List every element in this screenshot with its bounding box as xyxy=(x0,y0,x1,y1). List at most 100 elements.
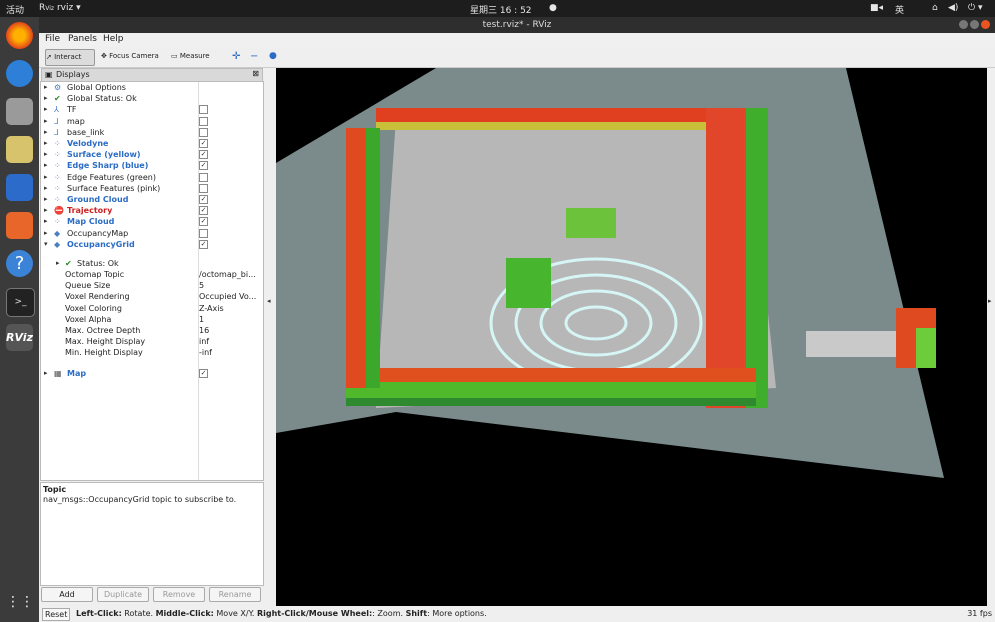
expand-arrow-icon[interactable]: ▸ xyxy=(44,172,48,183)
expand-arrow-icon[interactable]: ▸ xyxy=(44,368,48,379)
display-checkbox[interactable]: ✓ xyxy=(199,139,208,148)
display-checkbox[interactable] xyxy=(199,183,208,193)
app-menu[interactable]: RViz rviz ▾ xyxy=(39,3,81,13)
display-row[interactable]: ▸ ✔ Global Status: Ok xyxy=(41,93,263,104)
display-row[interactable]: ▸ ⁘ Surface (yellow) ✓ xyxy=(41,149,263,160)
display-checkbox[interactable] xyxy=(199,116,208,126)
property-value[interactable]: 1 xyxy=(199,314,261,325)
display-row[interactable]: ▸ ⁘ Edge Features (green) xyxy=(41,172,263,183)
firefox-icon[interactable] xyxy=(6,22,33,49)
display-checkbox[interactable]: ✓ xyxy=(199,161,208,171)
rviz-icon[interactable]: RViz xyxy=(6,324,33,351)
add-tool-icon[interactable]: ✛ xyxy=(232,49,240,64)
expand-arrow-icon[interactable]: ▸ xyxy=(44,104,48,115)
maximize-button[interactable] xyxy=(970,20,979,29)
display-row[interactable]: ▸ ⁘ Ground Cloud ✓ xyxy=(41,194,263,205)
display-row[interactable]: ▸ ◆ OccupancyMap xyxy=(41,228,263,239)
panel-close-icon[interactable]: ⊠ xyxy=(252,69,259,78)
display-checkbox[interactable] xyxy=(199,127,208,137)
display-row[interactable]: ▾ ◆ OccupancyGrid ✓ xyxy=(41,239,263,250)
display-checkbox[interactable] xyxy=(199,105,208,115)
volume-icon[interactable]: ◀) xyxy=(948,3,958,13)
close-button[interactable] xyxy=(981,20,990,29)
camera-icon[interactable]: ■◂ xyxy=(870,3,883,13)
measure-button[interactable]: ▭ Measure xyxy=(171,49,210,64)
rename-button[interactable]: Rename xyxy=(209,587,261,602)
property-value[interactable]: 5 xyxy=(199,280,261,291)
property-row[interactable]: Voxel Rendering Occupied Vo... xyxy=(41,291,263,302)
expand-arrow-icon[interactable]: ▸ xyxy=(44,138,48,149)
expand-arrow-icon[interactable]: ▸ xyxy=(44,93,48,104)
property-row[interactable]: Max. Height Display inf xyxy=(41,336,263,347)
expand-arrow-icon[interactable]: ▸ xyxy=(44,127,48,138)
render-view[interactable] xyxy=(276,68,987,606)
power-icon[interactable]: ⏻ ▾ xyxy=(968,3,983,13)
show-apps-icon[interactable]: ⋮⋮ xyxy=(6,589,34,616)
input-language[interactable]: 英 xyxy=(895,3,904,16)
expand-arrow-icon[interactable]: ▸ xyxy=(44,160,48,171)
expand-arrow-icon[interactable]: ▸ xyxy=(56,258,60,269)
property-row[interactable]: Max. Octree Depth 16 xyxy=(41,325,263,336)
duplicate-button[interactable]: Duplicate xyxy=(97,587,149,602)
rhythmbox-icon[interactable] xyxy=(6,136,33,163)
files-icon[interactable] xyxy=(6,98,33,125)
expand-arrow-icon[interactable]: ▸ xyxy=(44,183,48,194)
expand-arrow-icon[interactable]: ▸ xyxy=(44,116,48,127)
thunderbird-icon[interactable] xyxy=(6,60,33,87)
minimize-button[interactable] xyxy=(959,20,968,29)
display-row-map[interactable]: ▸ ▦ Map ✓ xyxy=(41,368,263,379)
menu-help[interactable]: Help xyxy=(103,34,124,44)
clock[interactable]: 星期三 16 : 52 xyxy=(470,3,532,16)
display-checkbox[interactable]: ✓ xyxy=(199,217,208,227)
activities-button[interactable]: 活动 xyxy=(6,3,24,16)
terminal-icon[interactable]: >_ xyxy=(6,288,35,317)
writer-icon[interactable] xyxy=(6,174,33,201)
reset-button[interactable]: Reset xyxy=(42,608,71,621)
menu-file[interactable]: File xyxy=(45,34,60,44)
property-value[interactable]: 16 xyxy=(199,325,261,336)
collapse-left-icon[interactable]: ◂ xyxy=(267,297,271,305)
expand-arrow-icon[interactable]: ▸ xyxy=(44,216,48,227)
remove-button[interactable]: Remove xyxy=(153,587,205,602)
display-checkbox[interactable] xyxy=(199,228,208,238)
property-value[interactable]: /octomap_bi... xyxy=(199,269,261,280)
property-row[interactable]: Min. Height Display -inf xyxy=(41,347,263,358)
property-row[interactable]: Voxel Coloring Z-Axis xyxy=(41,303,263,314)
add-button[interactable]: Add xyxy=(41,587,93,602)
expand-arrow-icon[interactable]: ▸ xyxy=(44,149,48,160)
display-row[interactable]: ▸ ⛔ Trajectory ✓ xyxy=(41,205,263,216)
display-checkbox[interactable]: ✓ xyxy=(199,206,208,216)
property-row[interactable]: Octomap Topic/octomap_bi... xyxy=(41,269,263,280)
display-row[interactable]: ▸ ⁘ Edge Sharp (blue) ✓ xyxy=(41,160,263,171)
expand-arrow-icon[interactable]: ▸ xyxy=(44,205,48,216)
display-row[interactable]: ▸ ⅃ map xyxy=(41,116,263,127)
property-value[interactable]: -inf xyxy=(199,347,261,358)
help-icon[interactable]: ? xyxy=(6,250,33,277)
expand-arrow-icon[interactable]: ▸ xyxy=(44,228,48,239)
expand-arrow-icon[interactable]: ▸ xyxy=(44,82,48,93)
display-checkbox[interactable]: ✓ xyxy=(199,239,208,249)
expand-arrow-icon[interactable]: ▸ xyxy=(44,194,48,205)
software-center-icon[interactable] xyxy=(6,212,33,239)
property-row[interactable]: Voxel Alpha 1 xyxy=(41,314,263,325)
display-checkbox[interactable] xyxy=(199,172,208,182)
collapse-right-icon[interactable]: ▸ xyxy=(988,297,992,305)
collapse-arrow-icon[interactable]: ▾ xyxy=(44,239,48,250)
display-status-row[interactable]: ▸ ✔ Status: Ok xyxy=(41,258,263,269)
display-row[interactable]: ▸ ⅄ TF xyxy=(41,104,263,115)
property-value[interactable]: Z-Axis xyxy=(199,303,261,314)
network-icon[interactable]: ⌂ xyxy=(932,3,938,13)
property-row[interactable]: Queue Size 5 xyxy=(41,280,263,291)
property-value[interactable]: inf xyxy=(199,336,261,347)
focus-camera-button[interactable]: ✥ Focus Camera xyxy=(101,49,159,64)
display-checkbox[interactable]: ✓ xyxy=(199,150,208,160)
display-row[interactable]: ▸ ⁘ Velodyne ✓ xyxy=(41,138,263,149)
display-row[interactable]: ▸ ⚙ Global Options xyxy=(41,82,263,93)
tool-properties-icon[interactable]: ● xyxy=(269,49,277,64)
display-row[interactable]: ▸ ⁘ Map Cloud ✓ xyxy=(41,216,263,227)
property-value[interactable]: Occupied Vo... xyxy=(199,291,261,302)
display-checkbox[interactable]: ✓ xyxy=(199,369,208,378)
display-row[interactable]: ▸ ⅃ base_link xyxy=(41,127,263,138)
remove-tool-icon[interactable]: − xyxy=(250,49,258,64)
display-row[interactable]: ▸ ⁘ Surface Features (pink) xyxy=(41,183,263,194)
